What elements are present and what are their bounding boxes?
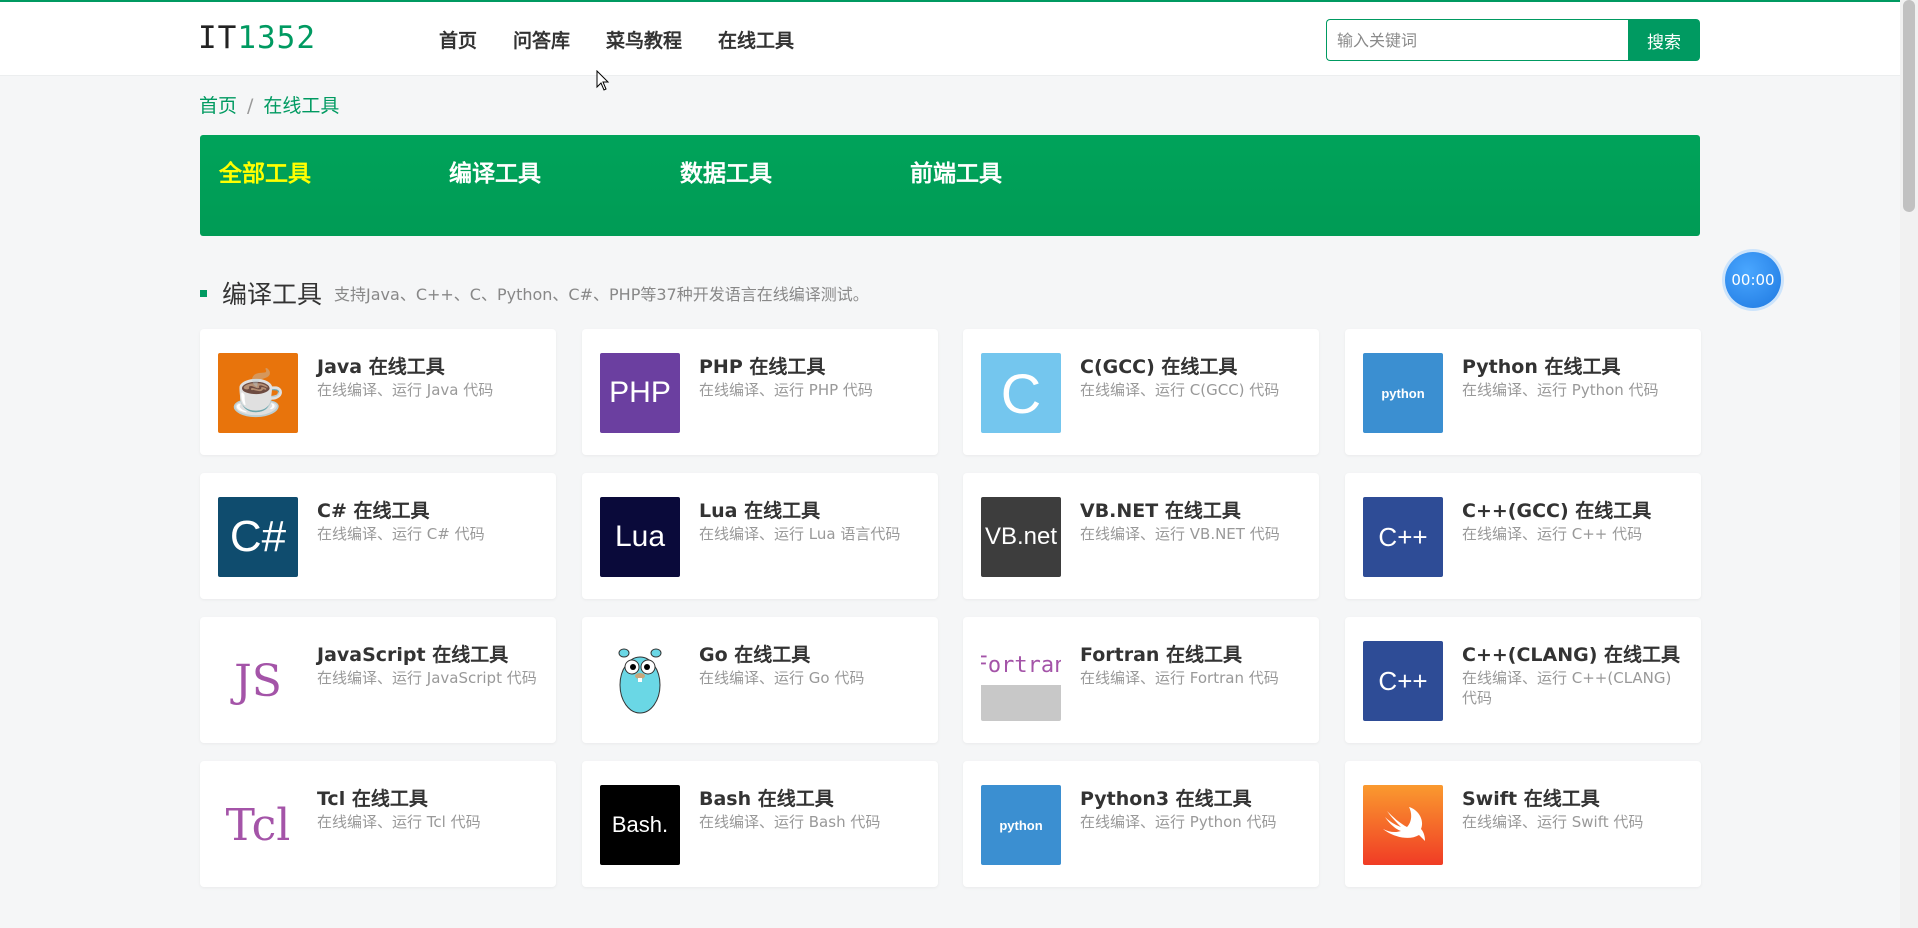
tool-card[interactable]: C++ C++(CLANG) 在线工具 在线编译、运行 C++(CLANG) 代码 [1345, 617, 1701, 743]
tool-description: 在线编译、运行 Swift 代码 [1462, 813, 1644, 831]
tool-card[interactable]: Fortran Fortran 在线工具在线编译、运行 Fortran 代码 [963, 617, 1319, 743]
tool-title[interactable]: PHP 在线工具 [699, 355, 825, 379]
section-title: 编译工具 [222, 280, 323, 309]
tool-title[interactable]: C++(GCC) 在线工具 [1462, 499, 1651, 523]
tool-description: 在线编译、运行 C# 代码 [317, 525, 485, 543]
fortran-icon: Fortran [981, 641, 1061, 721]
tool-card[interactable]: Swift 在线工具在线编译、运行 Swift 代码 [1345, 761, 1701, 887]
tool-description: 在线编译、运行 Python 代码 [1080, 813, 1277, 831]
nav-qa[interactable]: 问答库 [513, 26, 570, 56]
c-icon: C [981, 353, 1061, 433]
tool-title[interactable]: Lua 在线工具 [699, 499, 820, 523]
python-icon: python [1363, 353, 1443, 433]
tool-title[interactable]: Swift 在线工具 [1462, 787, 1600, 811]
gopher-drawing [618, 648, 662, 714]
tool-description: 在线编译、运行 Python 代码 [1462, 381, 1659, 399]
tool-title[interactable]: C(GCC) 在线工具 [1080, 355, 1237, 379]
tool-description: 在线编译、运行 Fortran 代码 [1080, 669, 1279, 687]
tool-title[interactable]: Python3 在线工具 [1080, 787, 1252, 811]
tool-card[interactable]: Tcl Tcl 在线工具在线编译、运行 Tcl 代码 [200, 761, 556, 887]
timer-badge[interactable]: 00:00 [1725, 252, 1781, 308]
search-box: 搜索 [1326, 19, 1700, 61]
swift-icon [1363, 785, 1443, 865]
tool-description: 在线编译、运行 Java 代码 [317, 381, 494, 399]
tool-card[interactable]: python Python3 在线工具在线编译、运行 Python 代码 [963, 761, 1319, 887]
tool-card[interactable]: Go 在线工具在线编译、运行 Go 代码 [582, 617, 938, 743]
search-input[interactable] [1326, 19, 1628, 61]
tool-description: 在线编译、运行 Bash 代码 [699, 813, 881, 831]
tool-title[interactable]: Tcl 在线工具 [317, 787, 428, 811]
tool-card[interactable]: JS JavaScript 在线工具在线编译、运行 JavaScript 代码 [200, 617, 556, 743]
logo-text-it: IT [198, 20, 238, 56]
tool-title[interactable]: VB.NET 在线工具 [1080, 499, 1241, 523]
tool-description: 在线编译、运行 C++(CLANG) 代码 [1462, 669, 1672, 707]
bash-icon: Bash. [600, 785, 680, 865]
php-icon: PHP [600, 353, 680, 433]
tool-description: 在线编译、运行 JavaScript 代码 [317, 669, 537, 687]
tcl-icon: Tcl [218, 785, 298, 865]
tool-description: 在线编译、运行 Go 代码 [699, 669, 865, 687]
javascript-icon: JS [218, 641, 298, 721]
cpp-icon: C++ [1363, 497, 1443, 577]
tool-title[interactable]: Java 在线工具 [317, 355, 445, 379]
tool-title[interactable]: C++(CLANG) 在线工具 [1462, 643, 1680, 667]
nav-home[interactable]: 首页 [439, 26, 477, 56]
category-frontend[interactable]: 前端工具 [910, 159, 1002, 189]
tool-title[interactable]: Fortran 在线工具 [1080, 643, 1242, 667]
tool-card[interactable]: C# C# 在线工具在线编译、运行 C# 代码 [200, 473, 556, 599]
tool-description: 在线编译、运行 C++ 代码 [1462, 525, 1643, 543]
site-logo[interactable]: IT1352 [198, 18, 316, 58]
breadcrumb: 首页 / 在线工具 [199, 94, 339, 118]
category-all[interactable]: 全部工具 [219, 159, 311, 189]
breadcrumb-home[interactable]: 首页 [199, 94, 237, 118]
csharp-icon: C# [218, 497, 298, 577]
mouse-cursor-icon [596, 70, 610, 91]
scrollbar-thumb[interactable] [1903, 0, 1915, 212]
tool-description: 在线编译、运行 VB.NET 代码 [1080, 525, 1280, 543]
category-data[interactable]: 数据工具 [680, 159, 772, 189]
tool-card[interactable]: C++ C++(GCC) 在线工具在线编译、运行 C++ 代码 [1345, 473, 1701, 599]
python3-icon: python [981, 785, 1061, 865]
tool-title[interactable]: C# 在线工具 [317, 499, 429, 523]
main-nav: 首页 问答库 菜鸟教程 在线工具 [439, 26, 830, 56]
category-bar: 全部工具 编译工具 数据工具 前端工具 [200, 135, 1700, 236]
swift-bird-drawing [1383, 807, 1425, 841]
section-description: 支持Java、C++、C、Python、C#、PHP等37种开发语言在线编译测试… [334, 285, 869, 304]
tool-description: 在线编译、运行 C(GCC) 代码 [1080, 381, 1280, 399]
vbnet-icon: VB.net [981, 497, 1061, 577]
breadcrumb-current[interactable]: 在线工具 [263, 94, 339, 118]
tool-card[interactable]: C C(GCC) 在线工具在线编译、运行 C(GCC) 代码 [963, 329, 1319, 455]
nav-online-tools[interactable]: 在线工具 [718, 26, 794, 56]
tool-card[interactable]: ☕ Java 在线工具在线编译、运行 Java 代码 [200, 329, 556, 455]
tool-title[interactable]: Go 在线工具 [699, 643, 810, 667]
tool-title[interactable]: JavaScript 在线工具 [317, 643, 508, 667]
tool-title[interactable]: Python 在线工具 [1462, 355, 1620, 379]
tool-card[interactable]: Lua Lua 在线工具在线编译、运行 Lua 语言代码 [582, 473, 938, 599]
java-icon: ☕ [218, 353, 298, 433]
tool-card[interactable]: PHP PHP 在线工具在线编译、运行 PHP 代码 [582, 329, 938, 455]
search-button[interactable]: 搜索 [1628, 19, 1700, 61]
tool-card[interactable]: VB.net VB.NET 在线工具在线编译、运行 VB.NET 代码 [963, 473, 1319, 599]
tool-description: 在线编译、运行 Lua 语言代码 [699, 525, 901, 543]
page-scrollbar[interactable] [1900, 0, 1918, 928]
section-marker [200, 289, 207, 297]
tool-title[interactable]: Bash 在线工具 [699, 787, 834, 811]
go-gopher-icon [600, 641, 680, 721]
tool-description: 在线编译、运行 Tcl 代码 [317, 813, 481, 831]
category-compile[interactable]: 编译工具 [449, 159, 541, 189]
tool-card[interactable]: python Python 在线工具在线编译、运行 Python 代码 [1345, 329, 1701, 455]
breadcrumb-separator: / [247, 95, 254, 117]
cpp-clang-icon: C++ [1363, 641, 1443, 721]
lua-icon: Lua [600, 497, 680, 577]
logo-text-number: 1352 [237, 20, 316, 56]
section-header: 编译工具 支持Java、C++、C、Python、C#、PHP等37种开发语言在… [200, 275, 869, 311]
tool-description: 在线编译、运行 PHP 代码 [699, 381, 873, 399]
nav-tutorial[interactable]: 菜鸟教程 [606, 26, 682, 56]
site-header: IT1352 首页 问答库 菜鸟教程 在线工具 搜索 [0, 2, 1900, 76]
tool-card[interactable]: Bash. Bash 在线工具在线编译、运行 Bash 代码 [582, 761, 938, 887]
